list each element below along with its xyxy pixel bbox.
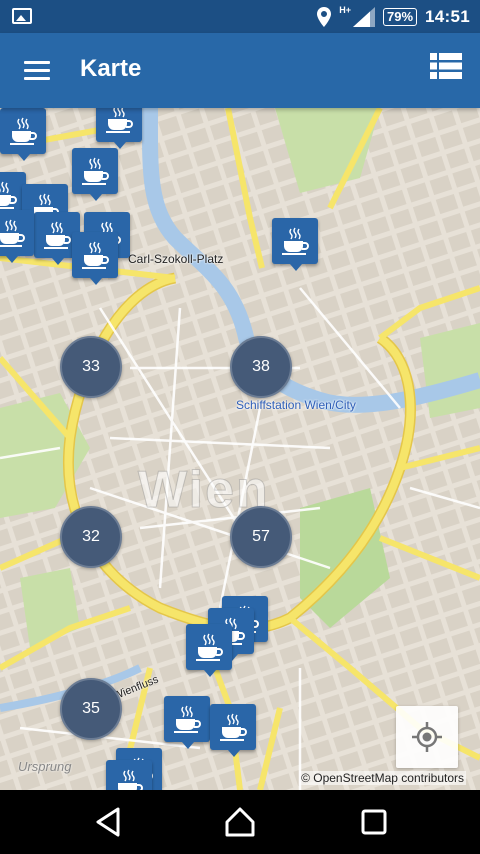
marker-cluster[interactable]: 33 bbox=[60, 336, 122, 398]
coffee-cup-icon bbox=[118, 769, 143, 790]
cafe-marker[interactable] bbox=[106, 760, 152, 790]
menu-icon-bar bbox=[24, 69, 50, 72]
marker-cluster[interactable]: 35 bbox=[60, 678, 122, 740]
image-icon bbox=[12, 8, 32, 24]
cafe-marker[interactable] bbox=[0, 108, 46, 161]
marker-cluster[interactable]: 57 bbox=[230, 506, 292, 568]
menu-icon bbox=[24, 61, 50, 64]
signal-icon bbox=[352, 6, 375, 27]
status-icons: H+ 79% 14:51 bbox=[317, 0, 470, 33]
recents-button[interactable] bbox=[354, 804, 394, 840]
map-view[interactable]: Wien Carl-Szokoll-Platz Schiffstation Wi… bbox=[0, 108, 480, 790]
menu-icon-bar bbox=[24, 77, 50, 80]
cafe-marker[interactable] bbox=[72, 232, 118, 285]
app-bar: Karte bbox=[0, 33, 480, 108]
cafe-marker[interactable] bbox=[164, 696, 210, 749]
square-label: Carl-Szokoll-Platz bbox=[128, 252, 224, 266]
network-type: H+ bbox=[339, 4, 351, 15]
status-bar: H+ 79% 14:51 bbox=[0, 0, 480, 33]
menu-button[interactable] bbox=[18, 53, 58, 89]
coffee-cup-icon bbox=[10, 117, 37, 145]
locate-button[interactable] bbox=[396, 706, 458, 768]
coffee-cup-icon bbox=[196, 633, 223, 661]
home-icon bbox=[225, 807, 255, 837]
cafe-marker[interactable] bbox=[96, 108, 142, 149]
poi-label: Ursprung bbox=[18, 759, 72, 774]
coffee-cup-icon bbox=[0, 181, 17, 209]
my-location-icon bbox=[412, 722, 442, 752]
recents-icon bbox=[361, 809, 387, 835]
home-button[interactable] bbox=[220, 804, 260, 840]
marker-cluster[interactable]: 32 bbox=[60, 506, 122, 568]
system-nav-bar bbox=[0, 790, 480, 854]
battery-indicator: 79% bbox=[382, 7, 418, 26]
clock: 14:51 bbox=[425, 6, 470, 26]
list-icon bbox=[430, 53, 462, 79]
coffee-cup-icon bbox=[282, 227, 309, 255]
coffee-cup-icon bbox=[0, 219, 25, 247]
cafe-marker[interactable] bbox=[210, 704, 256, 757]
coffee-cup-icon bbox=[220, 713, 247, 741]
station-label: Schiffstation Wien/City bbox=[236, 398, 356, 412]
location-icon bbox=[317, 6, 332, 27]
coffee-cup-icon bbox=[82, 157, 109, 185]
back-button[interactable] bbox=[88, 804, 128, 840]
marker-cluster[interactable]: 38 bbox=[230, 336, 292, 398]
coffee-cup-icon bbox=[174, 705, 201, 733]
coffee-cup-icon bbox=[44, 221, 71, 249]
coffee-cup-icon bbox=[82, 241, 109, 269]
back-icon bbox=[96, 807, 120, 837]
cafe-marker[interactable] bbox=[0, 210, 34, 263]
list-view-button[interactable] bbox=[430, 53, 466, 89]
cafe-marker[interactable] bbox=[186, 624, 232, 677]
map-attribution[interactable]: © OpenStreetMap contributors bbox=[299, 771, 466, 785]
coffee-cup-icon bbox=[106, 108, 133, 133]
cafe-marker[interactable] bbox=[72, 148, 118, 201]
page-title: Karte bbox=[80, 55, 142, 82]
cafe-marker[interactable] bbox=[272, 218, 318, 271]
